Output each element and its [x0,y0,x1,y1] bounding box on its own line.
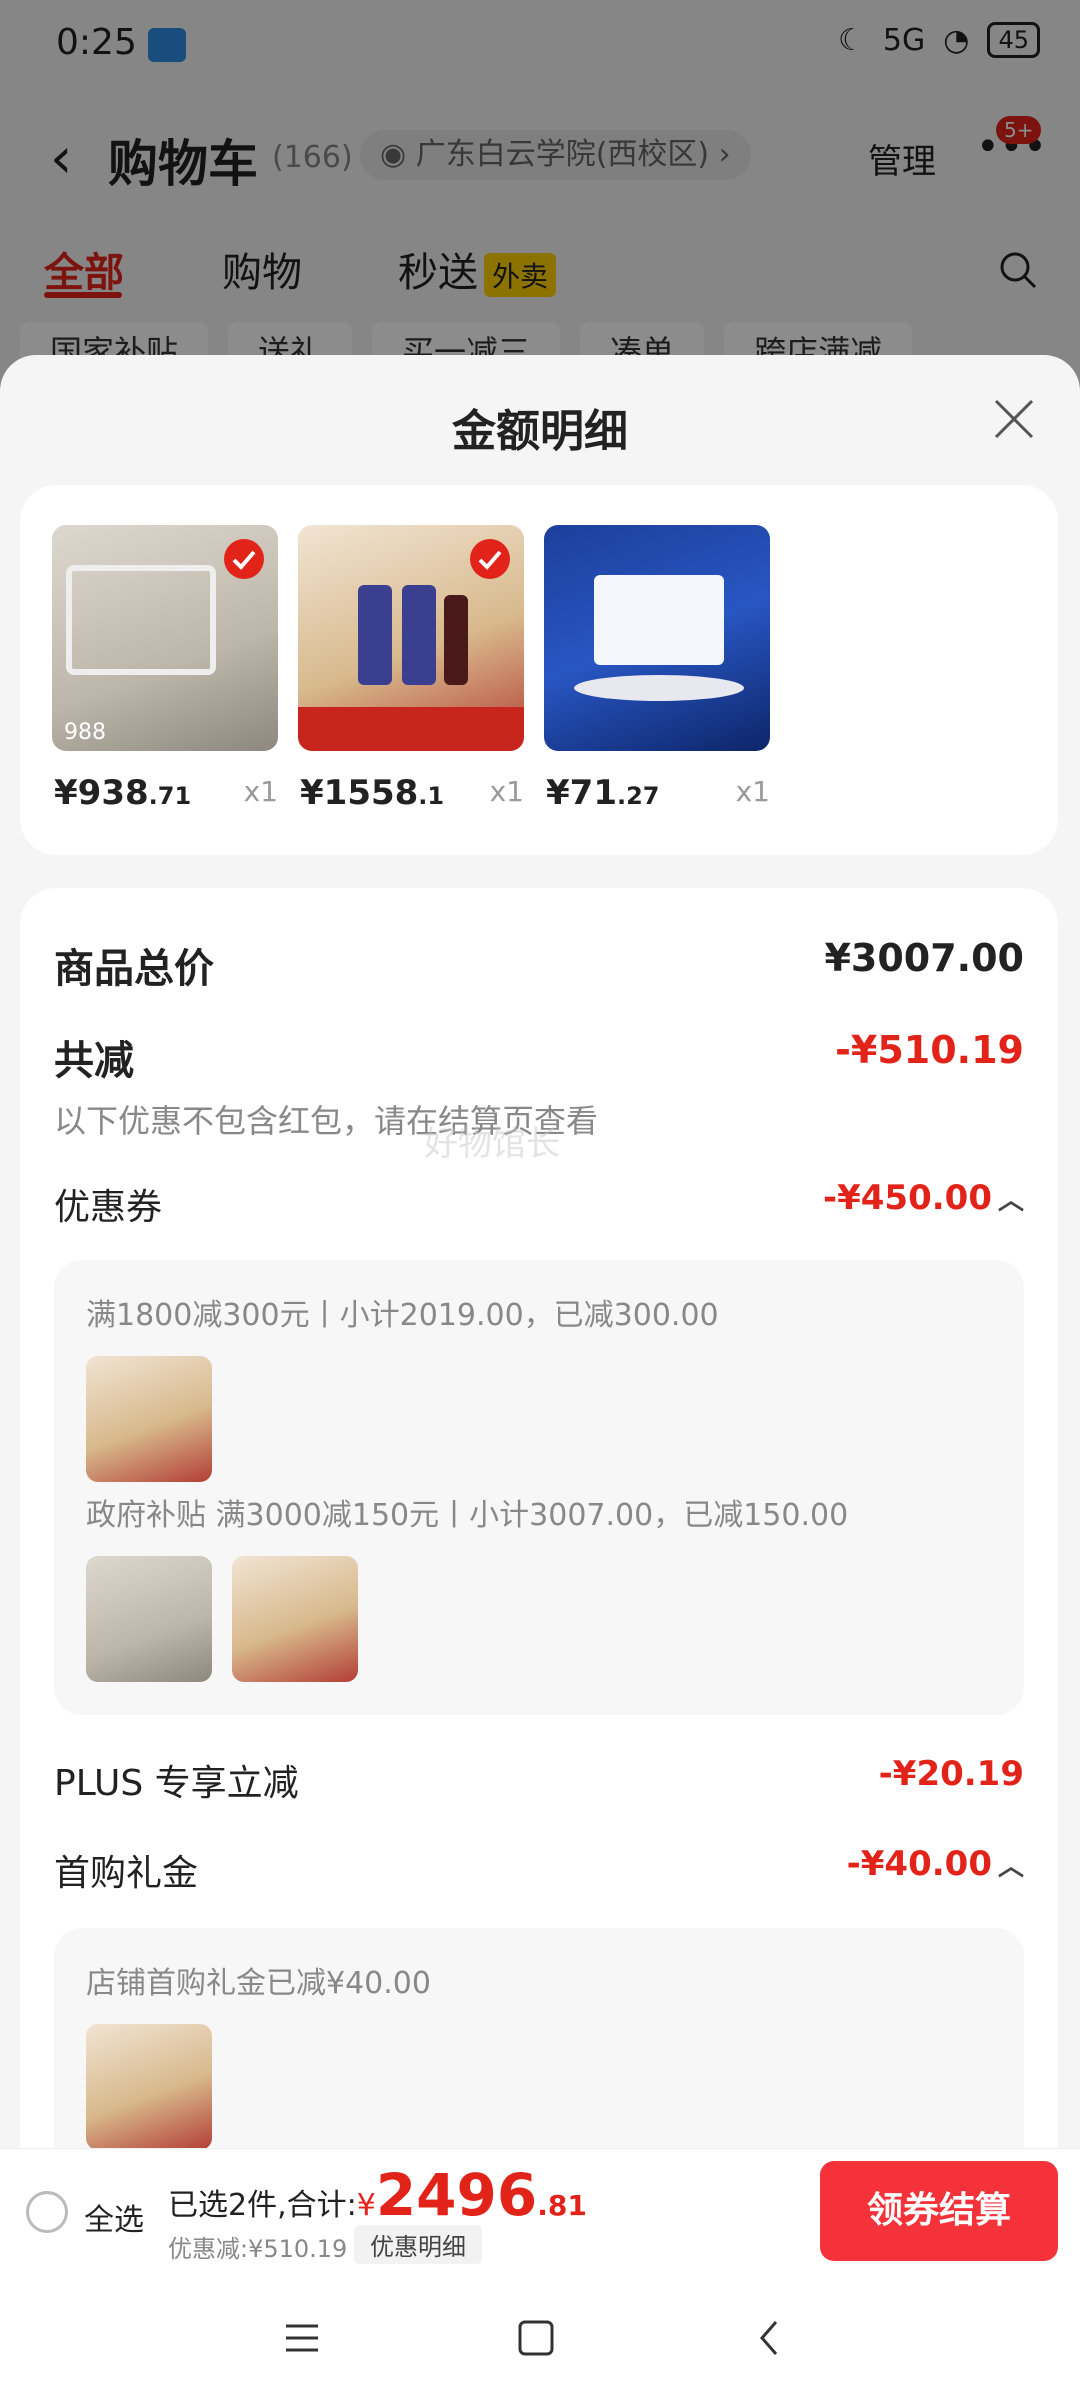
podium-image [574,675,744,701]
plus-value: -¥20.19 [878,1754,1024,1794]
selected-text: 已选2件,合计: [168,2188,357,2223]
select-all-label[interactable]: 全选 [84,2195,144,2239]
menu-icon[interactable] [282,2318,322,2358]
plus-row: PLUS 专享立减 -¥20.19 [54,1754,1024,1806]
price-decimal: .27 [616,782,660,810]
gift-value: -¥40.00 ︿ [847,1844,1024,1884]
product-card: 988 ¥938.71 x1 ¥1558.1 x1 ¥71.27 x1 [20,485,1058,855]
discount-detail-button[interactable]: 优惠明细 [354,2225,482,2264]
watermark: 好物馆长 [424,1124,560,1164]
checked-icon [224,539,264,579]
product-qty: x1 [735,775,770,808]
discount-text: 优惠减:¥510.19 [168,2235,348,2263]
screen: 0:25 ☾ 5G ◔ 45 ‹ 购物车 (166) ◉ 广东白云学院(西校区)… [0,0,1080,2400]
subsidy-product-thumb [232,1556,358,1682]
price-integer: ¥938 [54,773,149,813]
gift-amount: -¥40.00 [846,1844,992,1884]
coupon-value: -¥450.00 ︿ [823,1178,1024,1218]
product-item[interactable]: ¥71.27 x1 [544,525,770,813]
total-currency: ¥ [356,2188,376,2223]
subsidy-product-thumb [86,1556,212,1682]
price-decimal: .1 [418,782,445,810]
price-integer: ¥1558 [300,773,419,813]
milk-box-image [594,575,724,665]
back-nav-icon[interactable] [750,2318,790,2358]
product-thumb-label: 988 [64,720,106,745]
product-item[interactable]: ¥1558.1 x1 [298,525,524,813]
sheet-title: 金额明细 [452,406,628,457]
coupon-row[interactable]: 优惠券 -¥450.00 ︿ [54,1178,1024,1230]
product-price: ¥1558.1 [300,773,444,813]
coupon-amount: -¥450.00 [823,1178,992,1218]
promo-banner [298,707,524,751]
product-image: 988 [52,525,278,751]
total-amount: 2496 [375,2161,538,2229]
coupon-product-thumb [86,1356,212,1482]
gift-rule: 店铺首购礼金已减¥40.00 [86,1966,431,2001]
amount-detail-sheet: 金额明细 988 ¥938.71 x1 ¥1558.1 x1 ¥71.27 x1… [0,355,1080,2275]
total-summary: 已选2件,合计:¥2496.81 [168,2161,587,2229]
home-icon[interactable] [516,2318,556,2358]
coupon-rule: 满1800减300元丨小计2019.00，已减300.00 [86,1298,719,1333]
checkout-button[interactable]: 领券结算 [820,2161,1058,2261]
bottle-image [444,595,468,685]
product-price: ¥71.27 [546,773,660,813]
total-price-value: ¥3007.00 [824,936,1024,980]
coupon-detail-box: 满1800减300元丨小计2019.00，已减300.00 政府补贴 满3000… [54,1260,1024,1715]
product-price: ¥938.71 [54,773,191,813]
chevron-up-icon: ︿ [997,1852,1024,1882]
close-icon[interactable] [990,395,1038,443]
price-decimal: .71 [148,782,192,810]
bottle-image [358,585,392,685]
reduce-value: -¥510.19 [835,1028,1024,1072]
product-image [298,525,524,751]
product-image [544,525,770,751]
product-item[interactable]: 988 ¥938.71 x1 [52,525,278,813]
product-qty: x1 [243,775,278,808]
chevron-up-icon: ︿ [997,1186,1024,1216]
checked-icon [470,539,510,579]
checkout-bar: 全选 已选2件,合计:¥2496.81 优惠减:¥510.19 优惠明细 领券结… [0,2148,1080,2274]
playpen-image [66,565,216,675]
total-price-row: 商品总价 ¥3007.00 [54,936,1024,994]
select-all-radio[interactable] [26,2191,68,2233]
gift-product-thumb [86,2024,212,2150]
bottle-image [402,585,436,685]
price-integer: ¥71 [546,773,617,813]
total-amount-decimal: .81 [537,2189,587,2222]
subsidy-rule: 政府补贴 满3000减150元丨小计3007.00，已减150.00 [86,1498,849,1533]
system-nav-bar [0,2274,1080,2400]
detail-card: 商品总价 ¥3007.00 共减 -¥510.19 以下优惠不包含红包，请在结算… [20,888,1058,2275]
product-qty: x1 [489,775,524,808]
gift-row[interactable]: 首购礼金 -¥40.00 ︿ [54,1844,1024,1896]
